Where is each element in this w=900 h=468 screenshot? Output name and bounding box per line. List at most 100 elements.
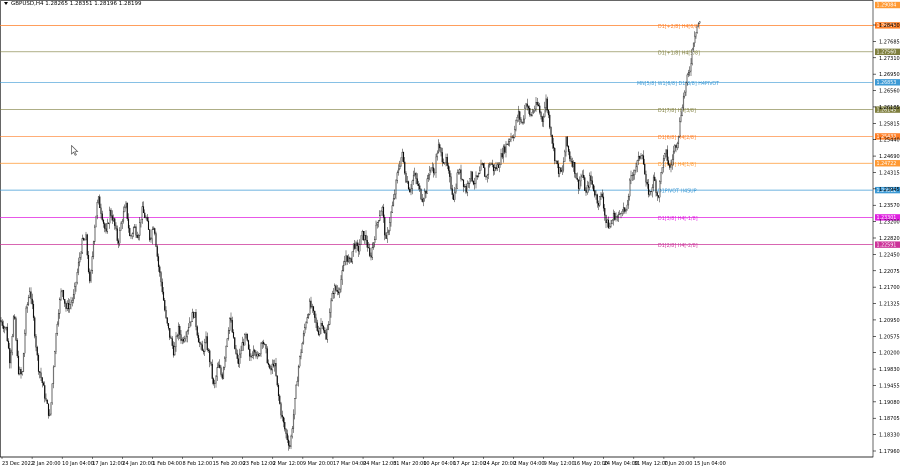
candle-body [542, 116, 545, 122]
candle-body [267, 362, 270, 366]
candle-body [299, 356, 301, 367]
candle-body [544, 107, 546, 117]
candle-body [325, 332, 327, 340]
candle-body [484, 167, 486, 177]
candle-body [269, 364, 271, 369]
price-tick-label: 1.26185 [879, 105, 900, 111]
candle-body [210, 361, 212, 365]
candle-body [204, 342, 206, 352]
candle-body [34, 317, 36, 337]
candle-body [371, 247, 373, 258]
candle-body [576, 177, 578, 180]
candle-body [510, 136, 512, 140]
candle-body [62, 290, 65, 300]
candle-body [494, 167, 496, 172]
candle-body [29, 291, 31, 298]
candle-body [42, 382, 45, 386]
level-price-label: 1.22591 [877, 242, 897, 248]
candle-body [202, 350, 205, 352]
candle-body [697, 23, 700, 27]
candle-body [240, 350, 242, 355]
candle-body [249, 349, 251, 357]
candle-body [212, 378, 215, 384]
candle-body [265, 344, 267, 349]
price-tick-label: 1.27310 [879, 56, 900, 62]
candle-body [585, 190, 587, 193]
time-tick-label: 2 Jan 20:00 [32, 461, 60, 467]
candle-body [69, 304, 71, 310]
candle-body [57, 313, 60, 325]
candle-body [309, 300, 311, 315]
candle-body [81, 238, 83, 254]
time-tick-label: 17 Jan 12:00 [92, 461, 124, 467]
candle-body [485, 176, 487, 178]
candle-body [377, 220, 380, 223]
price-chart[interactable]: H4[7/8]1.29084D1[+2/8] H4[6/8]1.28279D1[… [0, 0, 900, 468]
candle-body [154, 228, 156, 234]
candle-body [31, 298, 33, 305]
candle-body [245, 333, 247, 335]
price-tick-label: 1.18330 [879, 433, 900, 439]
triangle-down-icon[interactable] [4, 2, 8, 5]
candle-body [137, 235, 140, 238]
candle-body [682, 95, 685, 108]
candle-body [637, 156, 640, 161]
candle-body [577, 179, 580, 189]
candle-body [416, 178, 418, 185]
murrey-level-label: D1PIVOT H4SUP [658, 189, 697, 195]
candle-body [71, 300, 73, 303]
chart-window[interactable]: H4[7/8]1.29084D1[+2/8] H4[6/8]1.28279D1[… [0, 0, 900, 468]
candle-body [224, 357, 226, 368]
candle-body [562, 161, 565, 171]
candle-body [376, 222, 378, 226]
candle-body [604, 208, 606, 216]
candle-body [630, 175, 632, 181]
candle-body [26, 304, 28, 309]
level-price-label: 1.26853 [877, 80, 897, 86]
candle-body [632, 174, 635, 176]
candle-body [165, 310, 167, 318]
candle-body [535, 102, 537, 110]
candle-body [301, 343, 303, 353]
candle-body [489, 164, 491, 167]
candle-body [534, 108, 536, 112]
candle-body [7, 340, 10, 349]
symbol-quote: GBPUSD,H4 1.28265 1.28351 1.28196 1.2819… [11, 1, 142, 7]
candle-body [44, 385, 46, 399]
candle-body [561, 169, 563, 172]
candle-body [575, 173, 577, 179]
candle-body [356, 242, 358, 247]
murrey-level-label: MN[5/8] W1[6/8] D1[8/8] H4PIVOT [637, 81, 719, 87]
time-tick-label: 24 Apr 20:00 [483, 461, 516, 467]
candle-body [252, 349, 255, 356]
candle-body [136, 235, 138, 238]
candle-body [326, 329, 328, 340]
candle-body [12, 316, 15, 337]
candle-body [342, 265, 345, 271]
price-tick-label: 1.20950 [879, 318, 900, 324]
candle-body [374, 239, 376, 243]
price-tick-label: 1.24315 [879, 170, 900, 176]
candle-body [519, 111, 521, 120]
candle-body [656, 192, 658, 196]
candle-body [134, 226, 136, 228]
candle-body [644, 164, 646, 175]
candle-body [19, 369, 21, 375]
candle-body [329, 312, 331, 325]
candle-body [552, 143, 555, 149]
candle-body [412, 174, 415, 182]
candle-body [327, 324, 330, 330]
candle-body [696, 25, 698, 33]
price-tick-label: 1.25440 [879, 138, 900, 144]
candle-body [4, 327, 6, 329]
candle-body [187, 327, 190, 332]
candle-body [382, 206, 385, 218]
candle-body [150, 238, 152, 241]
candle-body [394, 193, 396, 199]
candle-body [541, 116, 543, 122]
candle-body [496, 164, 498, 170]
candle-body [67, 303, 70, 310]
candle-body [275, 363, 277, 376]
candle-body [357, 245, 360, 252]
candle-body [414, 173, 416, 176]
